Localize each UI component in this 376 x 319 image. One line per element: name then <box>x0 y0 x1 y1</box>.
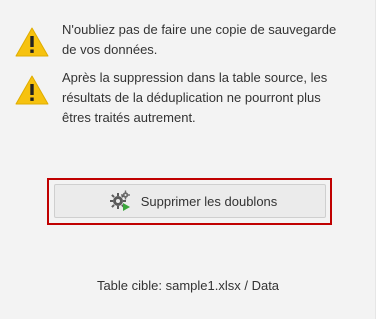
warning-message-backup: N'oubliez pas de faire une copie de sauv… <box>14 20 362 60</box>
warning-text: N'oubliez pas de faire une copie de sauv… <box>62 22 337 57</box>
remove-duplicates-button[interactable]: Supprimer les doublons <box>54 184 326 218</box>
warning-message-irreversible: Après la suppression dans la table sourc… <box>14 68 362 128</box>
target-table-label: Table cible: sample1.xlsx / Data <box>96 278 280 293</box>
warning-triangle-icon <box>15 27 49 57</box>
remove-duplicates-label: Supprimer les doublons <box>140 193 278 209</box>
gears-run-icon <box>109 190 130 211</box>
remove-duplicates-panel: N'oubliez pas de faire une copie de sauv… <box>0 0 376 319</box>
warning-text: Après la suppression dans la table sourc… <box>62 70 328 125</box>
warning-triangle-icon <box>15 75 49 105</box>
